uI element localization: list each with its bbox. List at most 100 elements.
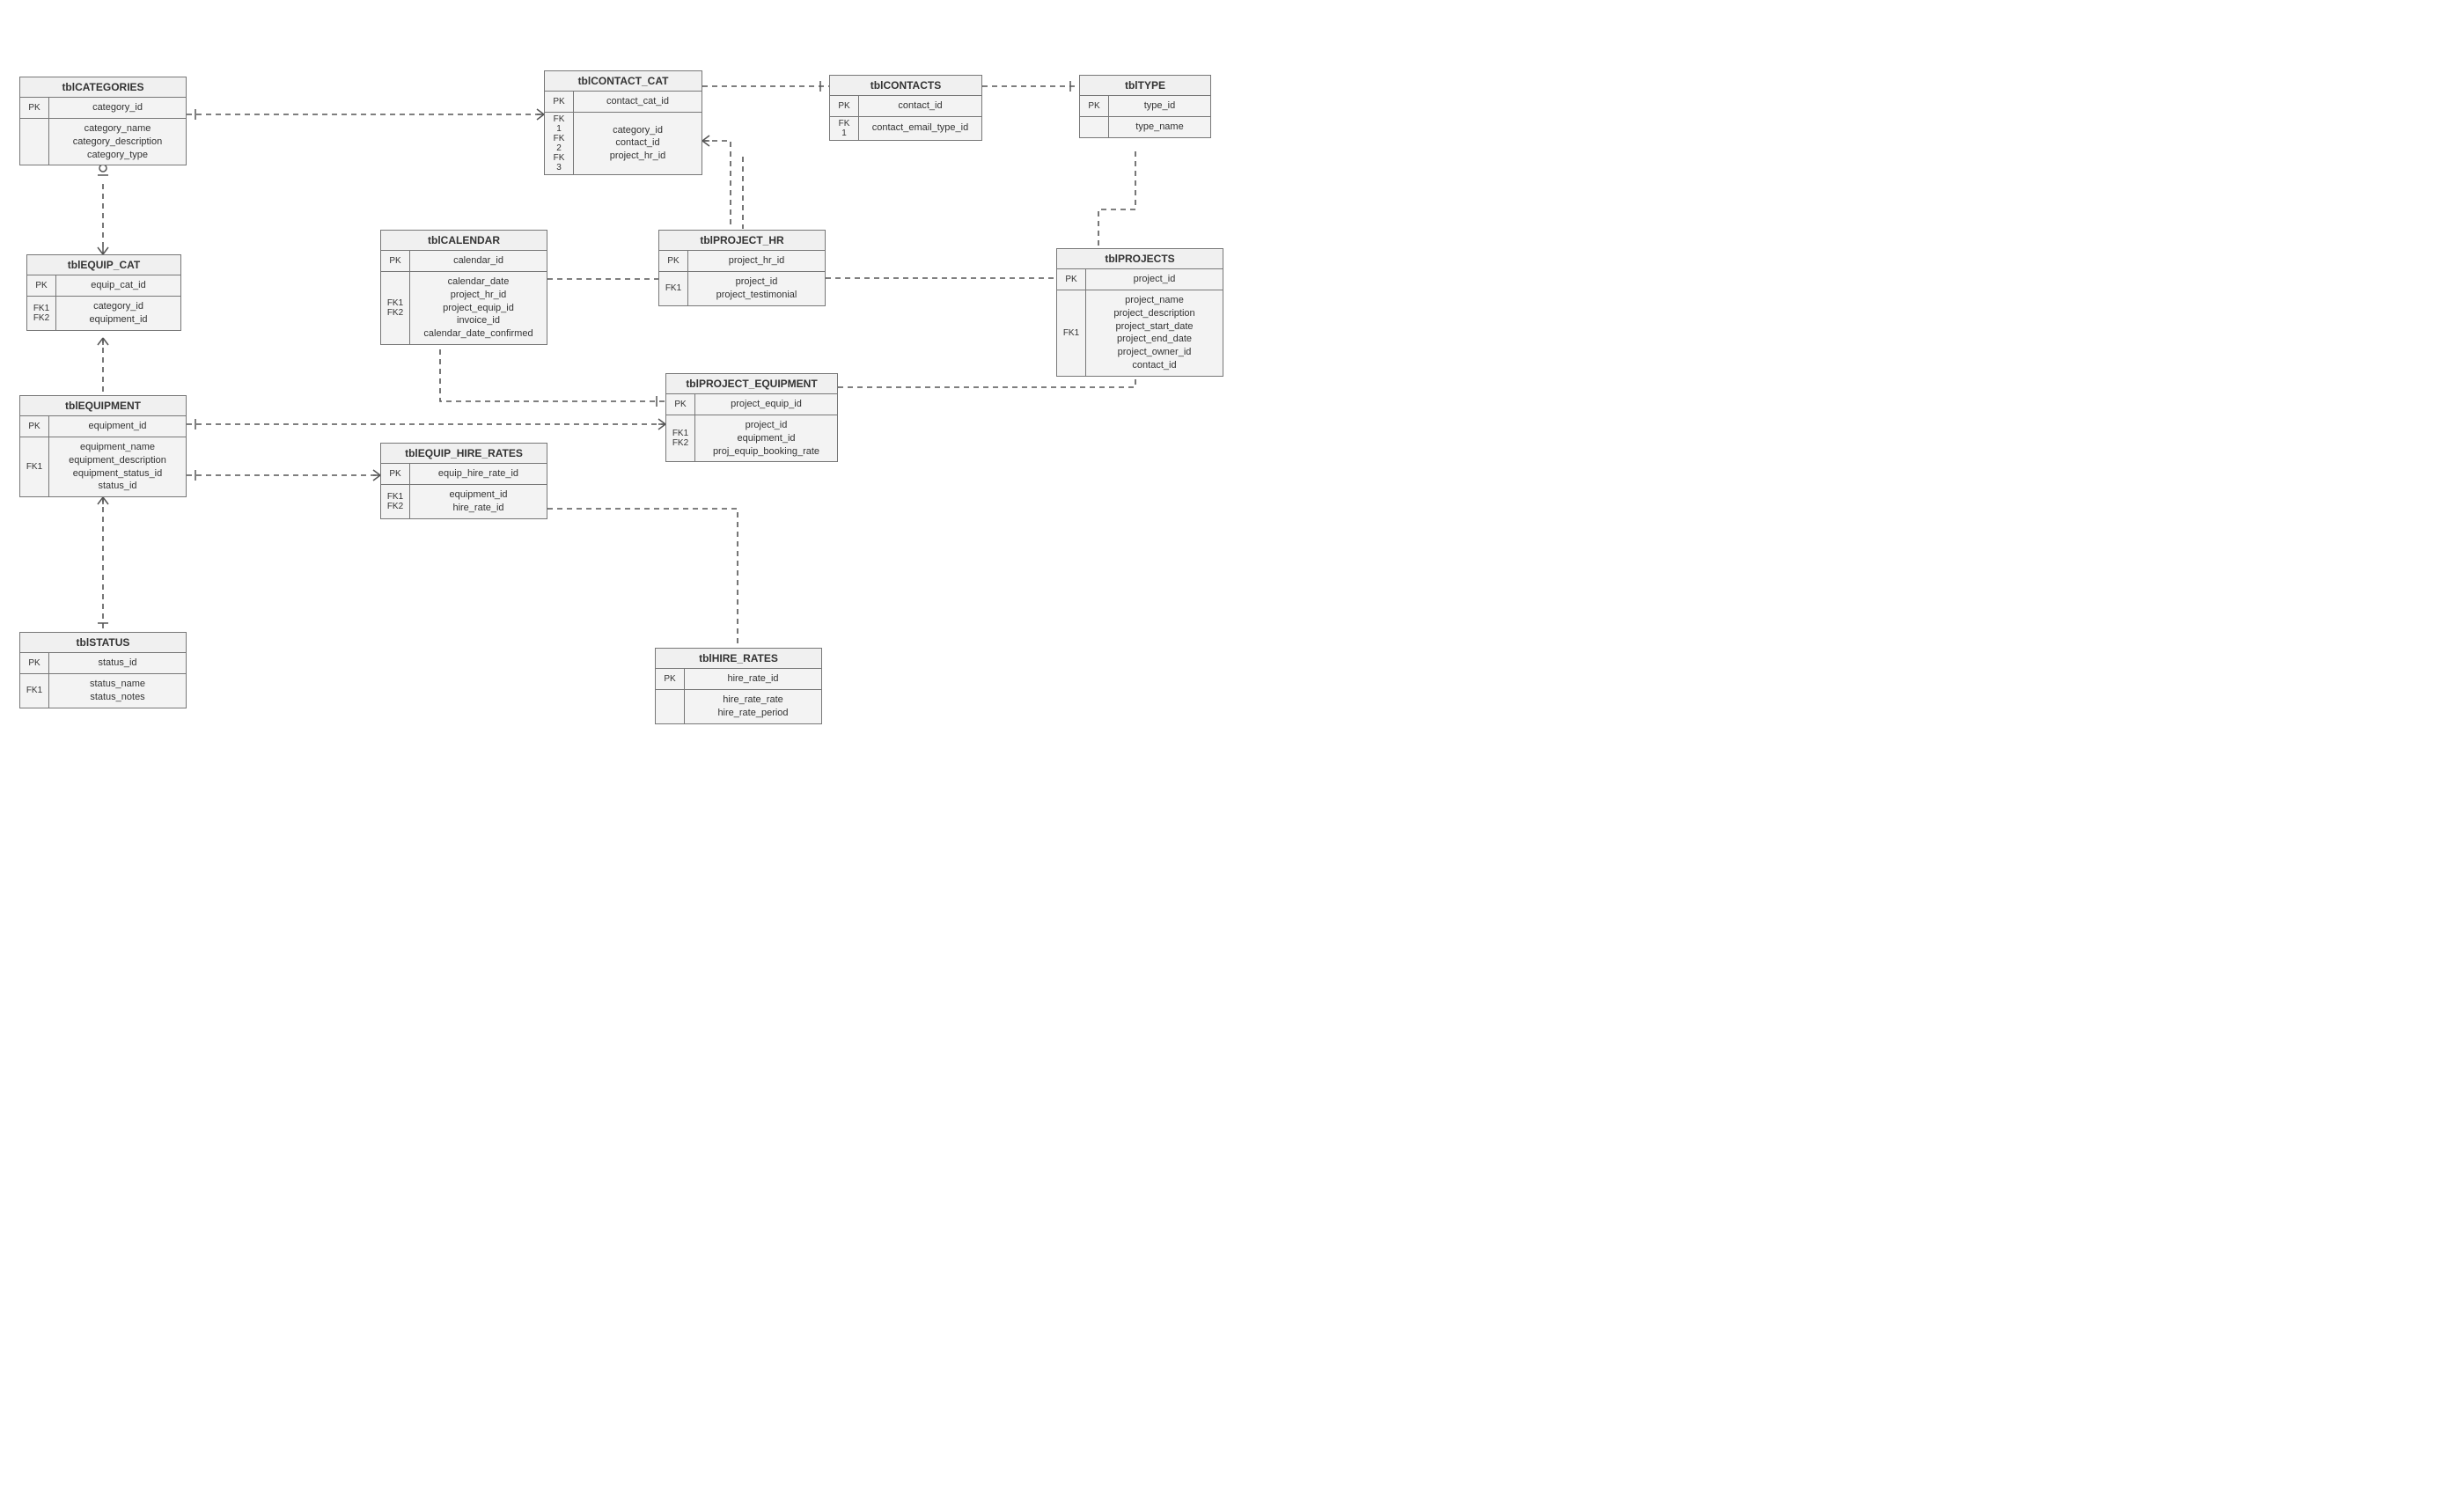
field-column: equip_hire_rate_id	[410, 464, 547, 484]
field-column: equipment_idhire_rate_id	[410, 485, 547, 518]
erd-canvas: tblCATEGORIESPKcategory_idcategory_namec…	[0, 0, 1232, 766]
key-column: PK	[659, 251, 688, 271]
key-column: PK	[20, 416, 49, 437]
key-column: FK1	[20, 674, 49, 708]
entity-row: PK type_id	[1080, 96, 1210, 117]
entity-row: FK 1 FK 2 FK 3category_idcontact_idproje…	[545, 113, 702, 174]
field-name: equipment_id	[701, 432, 832, 445]
key-column: FK 1 FK 2 FK 3	[545, 113, 574, 174]
field-column: type_id	[1109, 96, 1210, 116]
entity-tblCATEGORIES: tblCATEGORIESPKcategory_idcategory_namec…	[19, 77, 187, 165]
entity-row: PK project_hr_id	[659, 251, 825, 272]
field-column: category_idequipment_id	[56, 297, 180, 330]
entity-row: FK1project_idproject_testimonial	[659, 272, 825, 305]
entity-tblEQUIP_CAT: tblEQUIP_CATPKequip_cat_idFK1 FK2categor…	[26, 254, 181, 331]
field-name: type_id	[1114, 99, 1205, 113]
entity-title: tblCONTACTS	[830, 76, 981, 96]
entity-title: tblHIRE_RATES	[656, 649, 821, 669]
field-column: equip_cat_id	[56, 275, 180, 296]
field-column: status_namestatus_notes	[49, 674, 186, 708]
key-column: FK1 FK2	[27, 297, 56, 330]
key-column	[20, 119, 49, 165]
entity-row: PKcalendar_id	[381, 251, 547, 272]
entity-row: PKcontact_id	[830, 96, 981, 117]
key-column: PK	[20, 98, 49, 118]
entity-title: tblCATEGORIES	[20, 77, 186, 98]
field-name: category_id	[579, 124, 696, 137]
entity-title: tblPROJECT_HR	[659, 231, 825, 251]
field-column: contact_email_type_id	[859, 117, 981, 140]
field-name: calendar_date_confirmed	[415, 327, 541, 341]
field-column: hire_rate_ratehire_rate_period	[685, 690, 821, 723]
entity-row: PKcontact_cat_id	[545, 92, 702, 113]
field-name: project_end_date	[1091, 333, 1217, 346]
field-name: project_hr_id	[579, 150, 696, 163]
entity-title: tblEQUIP_HIRE_RATES	[381, 444, 547, 464]
entity-tblPROJECT_EQUIPMENT: tblPROJECT_EQUIPMENTPKproject_equip_idFK…	[665, 373, 838, 462]
entity-row: FK1 FK2project_idequipment_idproj_equip_…	[666, 415, 837, 462]
entity-row: category_namecategory_descriptioncategor…	[20, 119, 186, 165]
field-name: status_id	[55, 480, 180, 493]
key-column: PK	[545, 92, 574, 112]
entity-row: FK1status_namestatus_notes	[20, 674, 186, 708]
entity-title: tblSTATUS	[20, 633, 186, 653]
entity-row: hire_rate_ratehire_rate_period	[656, 690, 821, 723]
field-name: hire_rate_id	[690, 672, 816, 686]
entity-title: tblEQUIPMENT	[20, 396, 186, 416]
field-column: category_id	[49, 98, 186, 118]
field-name: project_owner_id	[1091, 346, 1217, 359]
key-column: FK1	[659, 272, 688, 305]
field-name: project_hr_id	[415, 289, 541, 302]
field-name: project_description	[1091, 307, 1217, 320]
entity-title: tblPROJECT_EQUIPMENT	[666, 374, 837, 394]
field-name: project_hr_id	[694, 254, 819, 268]
key-column: PK	[27, 275, 56, 296]
field-column: category_namecategory_descriptioncategor…	[49, 119, 186, 165]
field-column: contact_cat_id	[574, 92, 702, 112]
key-column: PK	[666, 394, 695, 415]
relationship-line	[440, 340, 665, 401]
field-name: contact_id	[579, 136, 696, 150]
entity-tblCONTACT_CAT: tblCONTACT_CATPKcontact_cat_idFK 1 FK 2 …	[544, 70, 702, 175]
field-name: category_type	[55, 149, 180, 162]
field-name: equipment_id	[415, 488, 541, 502]
entity-row: FK1 FK2calendar_dateproject_hr_idproject…	[381, 272, 547, 344]
entity-tblPROJECTS: tblPROJECTSPK project_id FK1project_namepr…	[1056, 248, 1223, 377]
field-name: project_name	[1091, 294, 1217, 307]
field-name: hire_rate_rate	[690, 694, 816, 707]
field-column: calendar_id	[410, 251, 547, 271]
field-column: project_equip_id	[695, 394, 837, 415]
key-column: FK1 FK2	[381, 485, 410, 518]
key-column: FK1 FK2	[666, 415, 695, 462]
entity-tblEQUIPMENT: tblEQUIPMENTPKequipment_idFK1equipment_n…	[19, 395, 187, 497]
field-column: project_id	[1086, 269, 1223, 290]
entity-title: tblTYPE	[1080, 76, 1210, 96]
field-column: category_idcontact_idproject_hr_id	[574, 113, 702, 174]
entity-tblCALENDAR: tblCALENDARPKcalendar_idFK1 FK2calendar_…	[380, 230, 547, 345]
field-name: status_notes	[55, 691, 180, 704]
field-column: project_hr_id	[688, 251, 825, 271]
key-column: PK	[381, 464, 410, 484]
entity-title: tblPROJECTS	[1057, 249, 1223, 269]
field-name: calendar_date	[415, 275, 541, 289]
key-column: PK	[656, 669, 685, 689]
entity-tblCONTACTS: tblCONTACTSPKcontact_idFK 1contact_email…	[829, 75, 982, 141]
field-name: project_id	[1091, 273, 1217, 286]
field-name: status_id	[55, 657, 180, 670]
entity-row: FK1equipment_nameequipment_descriptioneq…	[20, 437, 186, 496]
key-column: PK	[381, 251, 410, 271]
field-column: hire_rate_id	[685, 669, 821, 689]
key-column	[1080, 117, 1109, 137]
field-name: type_name	[1114, 121, 1205, 134]
field-column: equipment_id	[49, 416, 186, 437]
field-name: project_id	[694, 275, 819, 289]
field-name: equipment_description	[55, 454, 180, 467]
field-name: hire_rate_id	[415, 502, 541, 515]
entity-row: PKcategory_id	[20, 98, 186, 119]
entity-row: FK1 FK2category_idequipment_id	[27, 297, 180, 330]
key-column: PK	[1057, 269, 1086, 290]
entity-row: PK project_id	[1057, 269, 1223, 290]
key-column: PK	[1080, 96, 1109, 116]
key-column: FK 1	[830, 117, 859, 140]
entity-row: FK1project_nameproject_descriptionprojec…	[1057, 290, 1223, 376]
